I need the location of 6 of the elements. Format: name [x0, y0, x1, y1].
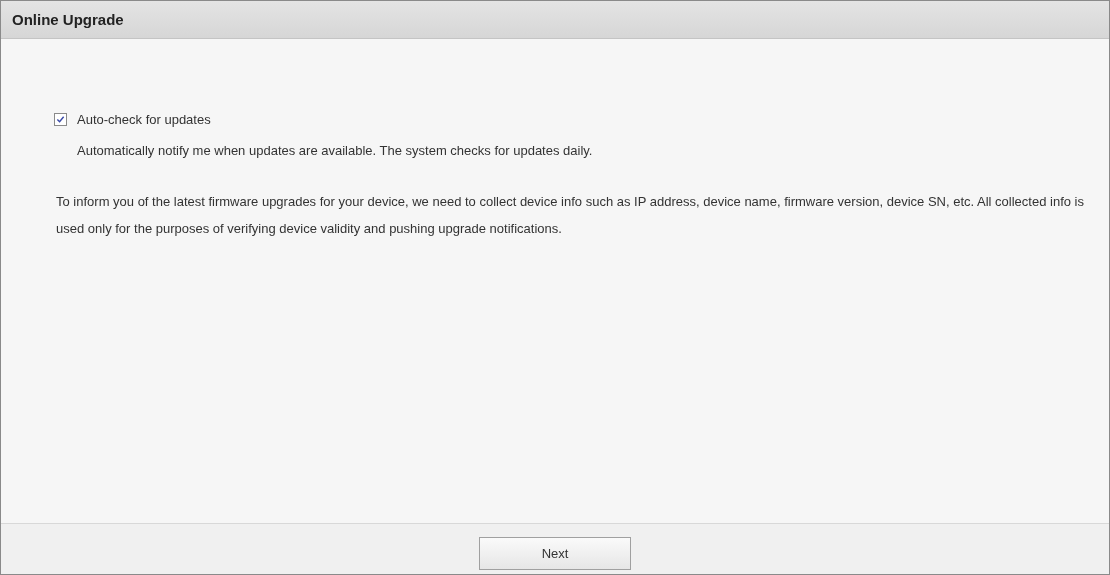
privacy-notice-text: To inform you of the latest firmware upgrades for your device, we need to collect device info such as IP address, device name, firmware version, device SN, etc. All collected info is used only for the purposes of verifying device validity and pushing upgrade notifications.: [55, 193, 1085, 238]
next-button[interactable]: Next: [479, 536, 631, 570]
description-text: Automatically notify me when updates are available. The system checks for updates daily.: [77, 142, 594, 160]
auto-check-label: Auto-check for updates: [77, 111, 211, 127]
panel-title: Online Upgrade: [12, 11, 124, 28]
auto-check-checkbox[interactable]: [54, 112, 67, 126]
